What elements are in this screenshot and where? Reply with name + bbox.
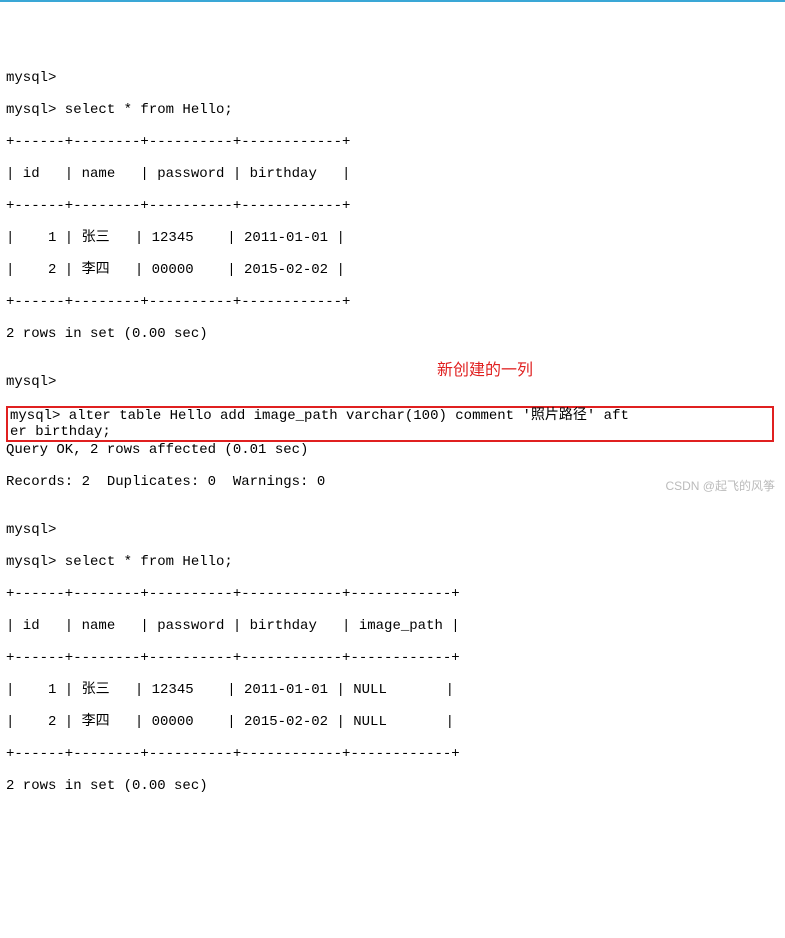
prompt-empty: mysql> — [6, 70, 779, 86]
table2-border-top: +------+--------+----------+------------… — [6, 586, 779, 602]
table1-header: | id | name | password | birthday | — [6, 166, 779, 182]
table2-row-2: | 2 | 李四 | 00000 | 2015-02-02 | NULL | — [6, 714, 779, 730]
table1-border-bottom: +------+--------+----------+------------… — [6, 294, 779, 310]
table2-border-mid: +------+--------+----------+------------… — [6, 650, 779, 666]
table1-border-mid: +------+--------+----------+------------… — [6, 198, 779, 214]
prompt-empty-2: mysql> — [6, 374, 779, 390]
prompt-empty-3: mysql> — [6, 522, 779, 538]
alter-query-ok: Query OK, 2 rows affected (0.01 sec) — [6, 442, 779, 458]
table2-summary: 2 rows in set (0.00 sec) — [6, 778, 779, 794]
table1-summary: 2 rows in set (0.00 sec) — [6, 326, 779, 342]
alter-line-2: er birthday; — [10, 424, 770, 440]
table1-row-2: | 2 | 李四 | 00000 | 2015-02-02 | — [6, 262, 779, 278]
table2-border-bottom: +------+--------+----------+------------… — [6, 746, 779, 762]
alter-records: Records: 2 Duplicates: 0 Warnings: 0 — [6, 474, 779, 490]
annotation-new-column: 新创建的一列 — [437, 363, 533, 379]
sql-select-1: mysql> select * from Hello; — [6, 102, 779, 118]
table2-row-1: | 1 | 张三 | 12345 | 2011-01-01 | NULL | — [6, 682, 779, 698]
table1-border-top: +------+--------+----------+------------… — [6, 134, 779, 150]
sql-select-2: mysql> select * from Hello; — [6, 554, 779, 570]
watermark: CSDN @起飞的风筝 — [665, 478, 775, 494]
table2-header: | id | name | password | birthday | imag… — [6, 618, 779, 634]
alter-line-1: mysql> alter table Hello add image_path … — [10, 408, 770, 424]
highlighted-alter-statement: mysql> alter table Hello add image_path … — [6, 406, 774, 442]
table1-row-1: | 1 | 张三 | 12345 | 2011-01-01 | — [6, 230, 779, 246]
